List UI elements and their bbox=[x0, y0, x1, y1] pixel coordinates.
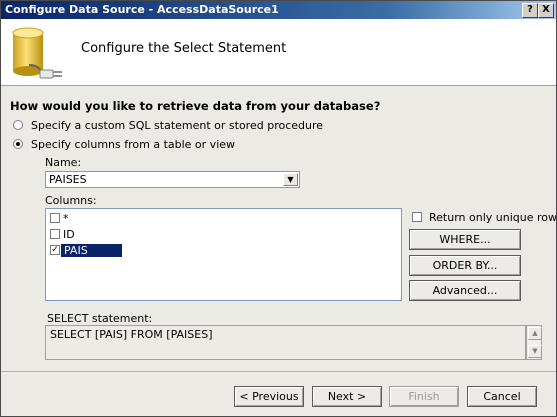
window-title: Configure Data Source - AccessDataSource… bbox=[5, 3, 279, 16]
column-item-star[interactable]: * bbox=[50, 211, 69, 225]
table-columns-radio[interactable] bbox=[13, 139, 23, 149]
chevron-down-icon[interactable]: ▼ bbox=[283, 173, 298, 186]
select-statement-label: SELECT statement: bbox=[47, 312, 153, 325]
column-item-id[interactable]: ID bbox=[50, 227, 75, 241]
order-by-button[interactable]: ORDER BY... bbox=[409, 255, 521, 276]
footer-divider bbox=[1, 371, 556, 372]
retrieval-question: How would you like to retrieve data from… bbox=[10, 99, 381, 113]
help-button[interactable]: ? bbox=[522, 3, 538, 18]
unique-rows-option[interactable]: Return only unique rows bbox=[412, 210, 557, 224]
dialog-window: Configure Data Source - AccessDataSource… bbox=[0, 0, 557, 417]
page-title: Configure the Select Statement bbox=[81, 41, 287, 56]
column-label: ID bbox=[63, 227, 75, 241]
select-statement-text: SELECT [PAIS] FROM [PAISES] bbox=[50, 328, 213, 341]
unique-rows-checkbox[interactable] bbox=[412, 212, 422, 222]
close-button[interactable]: X bbox=[538, 3, 554, 18]
columns-label: Columns: bbox=[45, 194, 97, 207]
column-checkbox-checked[interactable]: ✓ bbox=[50, 245, 60, 255]
column-label: PAIS bbox=[61, 243, 122, 257]
custom-sql-radio[interactable] bbox=[13, 120, 23, 130]
finish-button[interactable]: Finish bbox=[389, 386, 459, 407]
statement-scrollbar[interactable]: ▲ ▼ bbox=[526, 325, 542, 360]
table-columns-label: Specify columns from a table or view bbox=[31, 137, 236, 151]
next-button[interactable]: Next > bbox=[312, 386, 382, 407]
advanced-button[interactable]: Advanced... bbox=[409, 280, 521, 301]
table-name-dropdown[interactable]: PAISES ▼ bbox=[45, 171, 300, 188]
select-statement-box[interactable]: SELECT [PAIS] FROM [PAISES] bbox=[45, 325, 526, 360]
wizard-header: Configure the Select Statement bbox=[1, 19, 556, 86]
cancel-button[interactable]: Cancel bbox=[467, 386, 537, 407]
previous-button[interactable]: < Previous bbox=[234, 386, 304, 407]
column-label: * bbox=[63, 211, 69, 225]
table-columns-option[interactable]: Specify columns from a table or view bbox=[13, 137, 235, 151]
database-plug-icon bbox=[12, 27, 62, 79]
table-name-value: PAISES bbox=[49, 173, 87, 186]
unique-rows-label: Return only unique rows bbox=[429, 210, 557, 224]
column-checkbox[interactable] bbox=[50, 229, 60, 239]
columns-list[interactable]: * ID ✓ PAIS bbox=[45, 208, 402, 301]
where-button[interactable]: WHERE... bbox=[409, 229, 521, 250]
column-item-pais[interactable]: ✓ PAIS bbox=[50, 243, 122, 257]
name-label: Name: bbox=[45, 156, 82, 169]
custom-sql-label: Specify a custom SQL statement or stored… bbox=[31, 118, 324, 132]
custom-sql-option[interactable]: Specify a custom SQL statement or stored… bbox=[13, 118, 323, 132]
scroll-down-icon[interactable]: ▼ bbox=[528, 345, 542, 358]
title-bar[interactable]: Configure Data Source - AccessDataSource… bbox=[1, 1, 556, 19]
scroll-up-icon[interactable]: ▲ bbox=[528, 327, 542, 340]
column-checkbox[interactable] bbox=[50, 213, 60, 223]
